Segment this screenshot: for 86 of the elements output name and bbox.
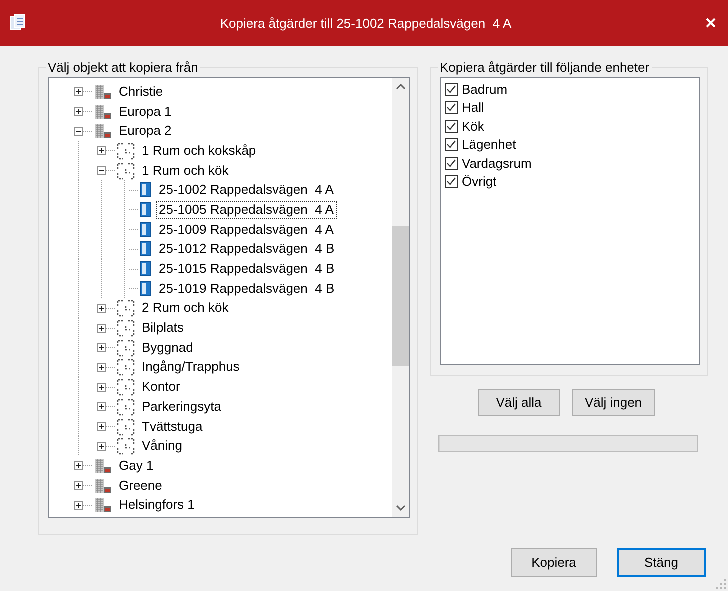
tree-item[interactable]: 25-1005 Rappedalsvägen 4 A xyxy=(156,200,337,219)
select-button[interactable]: Välj ingen xyxy=(572,389,655,416)
checkbox-label[interactable]: Badrum xyxy=(462,82,508,97)
building-icon xyxy=(94,84,112,100)
tree-item[interactable]: Ingång/Trapphus xyxy=(139,358,243,376)
document-icon xyxy=(10,14,26,32)
chevron-up-icon[interactable] xyxy=(396,84,406,90)
checkbox-label[interactable]: Lägenhet xyxy=(462,137,516,152)
room-group-icon xyxy=(117,162,135,180)
group-title: Kopiera åtgärder till följande enheter xyxy=(439,60,651,75)
expand-icon[interactable] xyxy=(74,461,83,470)
chevron-down-icon[interactable] xyxy=(396,505,406,511)
tree-item[interactable]: 25-1015 Rappedalsvägen 4 B xyxy=(156,260,338,278)
group-title: Välj objekt att kopiera från xyxy=(47,60,200,75)
building-icon xyxy=(94,497,112,514)
checkbox[interactable] xyxy=(445,156,458,170)
expand-icon[interactable] xyxy=(97,362,106,372)
building-icon xyxy=(94,104,112,120)
expand-icon[interactable] xyxy=(74,107,83,116)
tree-item[interactable]: 25-1019 Rappedalsvägen 4 B xyxy=(156,280,338,298)
expand-icon[interactable] xyxy=(97,442,106,451)
tree-item[interactable]: Gay 1 xyxy=(116,456,157,475)
expand-icon[interactable] xyxy=(74,481,83,490)
window-title: Kopiera åtgärder till 25-1002 Rappedalsvägen 4 A xyxy=(219,16,513,30)
expand-icon[interactable] xyxy=(97,422,106,432)
tree-item[interactable]: Europa 1 xyxy=(116,102,175,121)
checkbox[interactable] xyxy=(445,138,458,152)
room-group-icon xyxy=(117,378,135,396)
close-icon[interactable] xyxy=(706,18,716,28)
expand-icon[interactable] xyxy=(74,87,83,96)
checkbox[interactable] xyxy=(445,120,458,133)
tree-item[interactable]: 25-1009 Rappedalsvägen 4 A xyxy=(156,220,337,239)
door-icon xyxy=(140,182,152,198)
tree-item[interactable]: 1 Rum och kokskåp xyxy=(139,142,260,160)
room-group-icon xyxy=(117,299,135,318)
expand-icon[interactable] xyxy=(97,343,106,352)
checkbox-label[interactable]: Hall xyxy=(462,100,484,116)
collapse-icon[interactable] xyxy=(74,126,83,136)
building-icon xyxy=(94,478,112,494)
door-icon xyxy=(140,241,152,258)
door-icon xyxy=(140,280,152,297)
expand-icon[interactable] xyxy=(97,382,106,392)
room-group-icon xyxy=(117,358,135,376)
tree-item[interactable]: Tvättstuga xyxy=(139,418,206,436)
select-button[interactable]: Välj alla xyxy=(478,389,560,416)
checkbox[interactable] xyxy=(445,101,458,114)
room-group-icon xyxy=(117,418,135,436)
expand-icon[interactable] xyxy=(97,402,106,412)
room-group-icon xyxy=(117,142,135,160)
tree-item[interactable]: Kontor xyxy=(139,378,184,396)
tree-item[interactable]: Helsingfors 1 xyxy=(116,496,198,514)
scrollbar-thumb[interactable] xyxy=(392,226,409,366)
scrollbar[interactable] xyxy=(392,78,409,517)
tree-item[interactable]: 2 Rum och kök xyxy=(139,299,232,318)
tree-item[interactable]: Christie xyxy=(116,82,166,101)
checkbox-label[interactable]: Vardagsrum xyxy=(462,156,532,171)
building-icon xyxy=(94,123,112,140)
checkbox[interactable] xyxy=(445,175,458,188)
checkbox-label[interactable]: Övrigt xyxy=(462,174,497,190)
room-group-icon xyxy=(117,338,135,357)
expand-icon[interactable] xyxy=(97,146,106,156)
tree-item[interactable]: Greene xyxy=(116,476,166,495)
tree-item[interactable]: Parkeringsyta xyxy=(139,398,224,416)
checkbox-label[interactable]: Kök xyxy=(462,118,484,134)
tree-item[interactable]: 1 Rum och kök xyxy=(139,162,232,180)
expand-icon[interactable] xyxy=(97,304,106,313)
expand-icon[interactable] xyxy=(97,324,106,333)
collapse-icon[interactable] xyxy=(97,166,106,176)
tree-item[interactable]: 25-1002 Rappedalsvägen 4 A xyxy=(156,181,337,200)
tree-item[interactable]: Europa 2 xyxy=(116,122,175,140)
room-group-icon xyxy=(117,398,135,416)
door-icon xyxy=(140,222,152,238)
dialog-button[interactable]: Kopiera xyxy=(511,548,597,577)
door-icon xyxy=(140,261,152,278)
checkbox[interactable] xyxy=(445,82,458,96)
building-icon xyxy=(94,458,112,474)
tree-item[interactable]: Byggnad xyxy=(139,338,196,357)
door-icon xyxy=(140,202,152,218)
tree-item[interactable]: 25-1012 Rappedalsvägen 4 B xyxy=(156,240,338,258)
tree-item[interactable]: Bilplats xyxy=(139,319,187,338)
expand-icon[interactable] xyxy=(74,500,83,510)
room-group-icon xyxy=(117,319,135,338)
room-group-icon xyxy=(117,437,135,456)
tree-item[interactable]: Våning xyxy=(139,437,186,456)
resize-grip-icon[interactable] xyxy=(716,579,726,589)
dialog-button[interactable]: Stäng xyxy=(617,548,706,577)
